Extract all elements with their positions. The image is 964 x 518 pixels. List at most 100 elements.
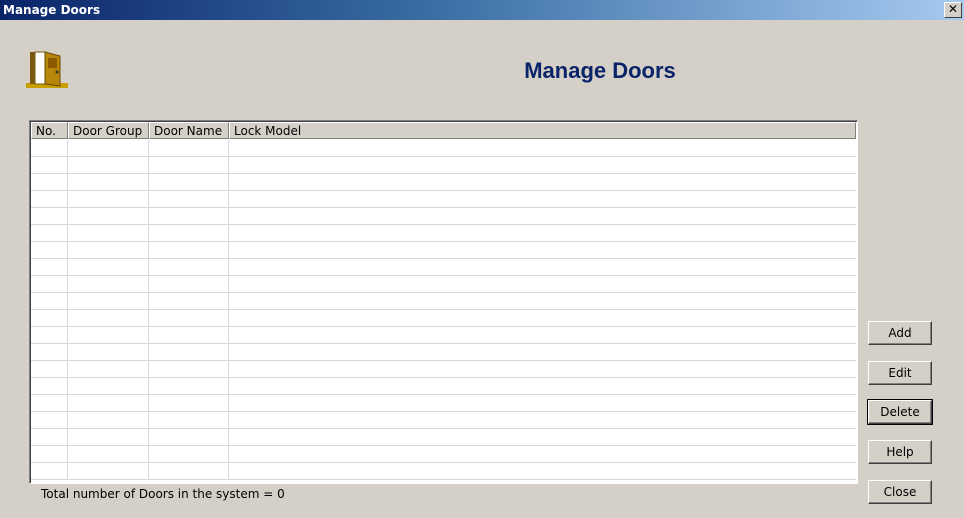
table-row[interactable] bbox=[31, 395, 856, 412]
table-cell bbox=[31, 242, 68, 258]
table-row[interactable] bbox=[31, 412, 856, 429]
table-cell bbox=[31, 446, 68, 462]
table-cell bbox=[31, 174, 68, 190]
table-cell bbox=[149, 276, 229, 292]
close-button[interactable]: Close bbox=[868, 480, 932, 504]
table-cell bbox=[68, 378, 149, 394]
table-cell bbox=[229, 157, 856, 173]
table-cell bbox=[229, 259, 856, 275]
table-row[interactable] bbox=[31, 242, 856, 259]
table-cell bbox=[229, 174, 856, 190]
table-row[interactable] bbox=[31, 259, 856, 276]
table-cell bbox=[68, 276, 149, 292]
table-cell bbox=[31, 140, 68, 156]
table-cell bbox=[229, 378, 856, 394]
table-cell bbox=[31, 344, 68, 360]
window-close-button[interactable]: ✕ bbox=[944, 2, 962, 18]
table-row[interactable] bbox=[31, 344, 856, 361]
table-cell bbox=[31, 327, 68, 343]
table-cell bbox=[149, 191, 229, 207]
table-cell bbox=[68, 412, 149, 428]
table-cell bbox=[68, 225, 149, 241]
title-bar: Manage Doors ✕ bbox=[0, 0, 964, 20]
table-cell bbox=[68, 344, 149, 360]
table-row[interactable] bbox=[31, 191, 856, 208]
edit-button[interactable]: Edit bbox=[868, 361, 932, 385]
table-cell bbox=[68, 191, 149, 207]
table-row[interactable] bbox=[31, 208, 856, 225]
table-cell bbox=[149, 395, 229, 411]
table-row[interactable] bbox=[31, 276, 856, 293]
table-cell bbox=[68, 429, 149, 445]
table-cell bbox=[31, 259, 68, 275]
table-cell bbox=[31, 276, 68, 292]
table-cell bbox=[149, 361, 229, 377]
table-row[interactable] bbox=[31, 174, 856, 191]
table-cell bbox=[68, 140, 149, 156]
table-cell bbox=[229, 242, 856, 258]
table-cell bbox=[68, 208, 149, 224]
table-body[interactable] bbox=[31, 140, 856, 482]
table-cell bbox=[68, 259, 149, 275]
table-cell bbox=[31, 191, 68, 207]
table-cell bbox=[31, 225, 68, 241]
column-header-lock-model[interactable]: Lock Model bbox=[229, 122, 856, 139]
table-cell bbox=[68, 361, 149, 377]
table-cell bbox=[149, 208, 229, 224]
table-cell bbox=[68, 293, 149, 309]
window-title: Manage Doors bbox=[3, 3, 101, 17]
table-cell bbox=[229, 140, 856, 156]
table-cell bbox=[31, 208, 68, 224]
table-row[interactable] bbox=[31, 429, 856, 446]
table-row[interactable] bbox=[31, 446, 856, 463]
table-row[interactable] bbox=[31, 225, 856, 242]
delete-button[interactable]: Delete bbox=[867, 399, 933, 425]
table-cell bbox=[68, 310, 149, 326]
table-cell bbox=[229, 191, 856, 207]
table-row[interactable] bbox=[31, 327, 856, 344]
table-cell bbox=[229, 225, 856, 241]
doors-table[interactable]: No. Door Group Door Name Lock Model bbox=[29, 120, 858, 484]
table-cell bbox=[68, 327, 149, 343]
table-cell bbox=[149, 225, 229, 241]
table-cell bbox=[149, 242, 229, 258]
table-cell bbox=[31, 378, 68, 394]
table-cell bbox=[149, 157, 229, 173]
add-button[interactable]: Add bbox=[868, 321, 932, 345]
table-row[interactable] bbox=[31, 361, 856, 378]
table-row[interactable] bbox=[31, 463, 856, 480]
table-cell bbox=[149, 429, 229, 445]
table-cell bbox=[68, 174, 149, 190]
table-cell bbox=[31, 412, 68, 428]
table-cell bbox=[229, 276, 856, 292]
close-icon: ✕ bbox=[947, 2, 959, 16]
table-cell bbox=[31, 463, 68, 479]
table-row[interactable] bbox=[31, 378, 856, 395]
table-cell bbox=[68, 446, 149, 462]
column-header-door-group[interactable]: Door Group bbox=[68, 122, 149, 139]
table-cell bbox=[229, 327, 856, 343]
table-cell bbox=[31, 429, 68, 445]
table-cell bbox=[68, 242, 149, 258]
help-button[interactable]: Help bbox=[868, 440, 932, 464]
table-header: No. Door Group Door Name Lock Model bbox=[31, 122, 856, 140]
table-cell bbox=[31, 310, 68, 326]
table-row[interactable] bbox=[31, 140, 856, 157]
table-cell bbox=[31, 157, 68, 173]
column-header-no[interactable]: No. bbox=[31, 122, 68, 139]
table-cell bbox=[229, 293, 856, 309]
door-count-status: Total number of Doors in the system = 0 bbox=[41, 487, 285, 501]
column-header-door-name[interactable]: Door Name bbox=[149, 122, 229, 139]
table-cell bbox=[68, 395, 149, 411]
table-cell bbox=[229, 446, 856, 462]
table-cell bbox=[229, 208, 856, 224]
table-cell bbox=[68, 157, 149, 173]
table-row[interactable] bbox=[31, 157, 856, 174]
table-cell bbox=[149, 344, 229, 360]
table-row[interactable] bbox=[31, 293, 856, 310]
table-cell bbox=[31, 293, 68, 309]
table-row[interactable] bbox=[31, 310, 856, 327]
table-cell bbox=[149, 378, 229, 394]
table-cell bbox=[229, 310, 856, 326]
table-cell bbox=[229, 463, 856, 479]
